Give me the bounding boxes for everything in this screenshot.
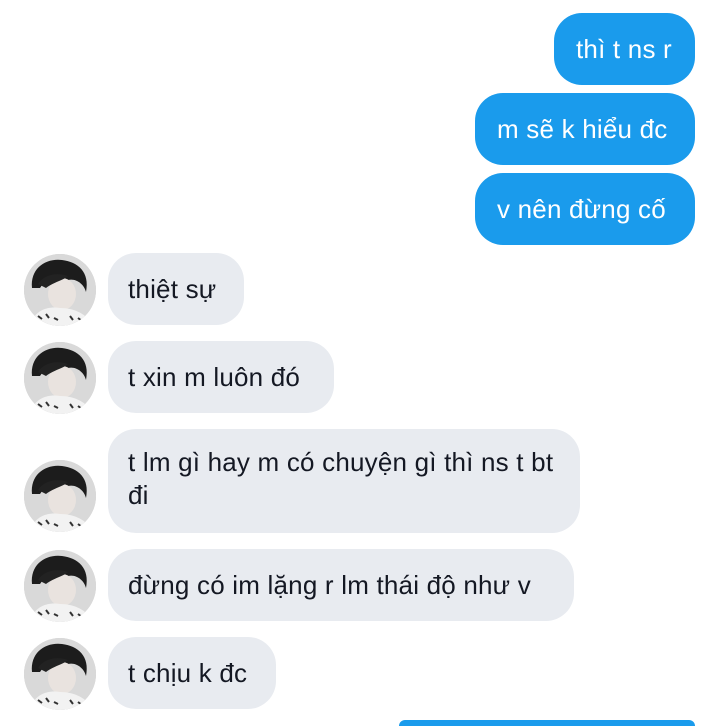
received-message-bubble[interactable]: đừng có im lặng r lm thái độ như v	[108, 549, 574, 621]
message-text: thì t ns r	[576, 34, 672, 64]
message-text: t lm gì hay m có chuyện gì thì ns t bt đ…	[128, 447, 554, 510]
avatar-image	[24, 342, 96, 414]
message-text: đừng có im lặng r lm thái độ như v	[128, 570, 531, 600]
contact-avatar[interactable]	[24, 342, 96, 414]
message-text: v nên đừng cố	[497, 194, 666, 224]
received-message-bubble[interactable]: t chịu k đc	[108, 637, 276, 709]
message-text: m sẽ k hiểu đc	[497, 114, 668, 144]
message-text: thiệt sự	[128, 274, 217, 304]
avatar-image	[24, 254, 96, 326]
contact-avatar[interactable]	[24, 460, 96, 532]
avatar-image	[24, 460, 96, 532]
sent-message-bubble[interactable]: v nên đừng cố	[475, 173, 695, 245]
message-text: t xin m luôn đó	[128, 362, 301, 392]
received-message-bubble[interactable]: t xin m luôn đó	[108, 341, 334, 413]
received-message-bubble[interactable]: thiệt sự	[108, 253, 244, 325]
contact-avatar[interactable]	[24, 254, 96, 326]
message-text: t chịu k đc	[128, 658, 248, 688]
avatar-image	[24, 550, 96, 622]
contact-avatar[interactable]	[24, 550, 96, 622]
received-message-bubble[interactable]: t lm gì hay m có chuyện gì thì ns t bt đ…	[108, 429, 580, 533]
sent-message-bubble[interactable]: m sẽ k hiểu đc	[475, 93, 695, 165]
contact-avatar[interactable]	[24, 638, 96, 710]
avatar-image	[24, 638, 96, 710]
sent-message-bubble[interactable]: thì t ns r	[554, 13, 695, 85]
sent-message-bubble-partial[interactable]	[399, 720, 695, 726]
